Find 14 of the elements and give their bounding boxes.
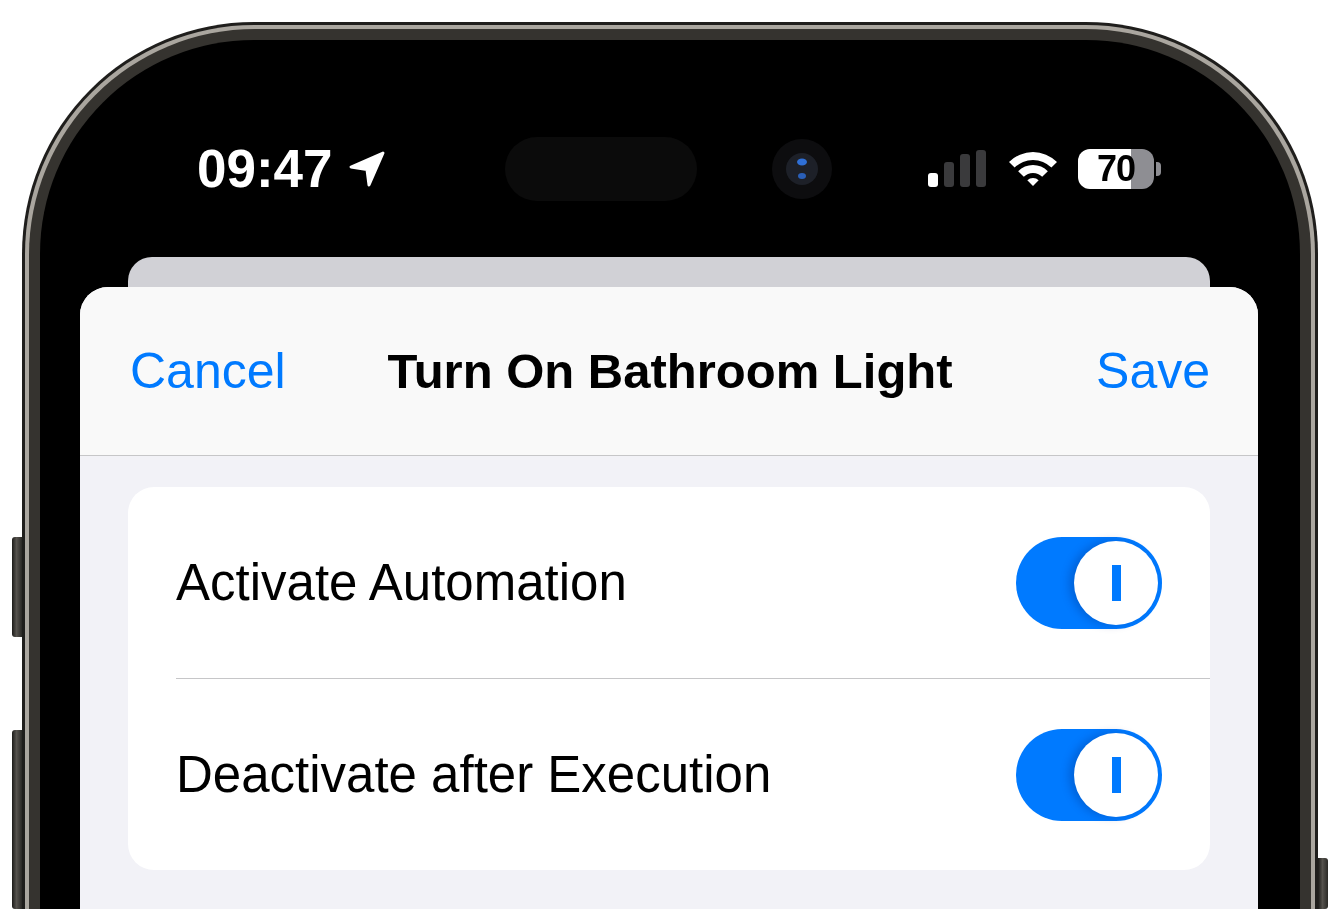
setting-label: Activate Automation [176,552,627,613]
save-button[interactable]: Save [1096,341,1210,401]
camera-lens-icon [772,138,832,199]
setting-label: Deactivate after Execution [176,744,772,805]
cancel-button[interactable]: Cancel [130,341,286,401]
side-button[interactable] [12,537,22,637]
battery-indicator: 70 [1078,148,1161,189]
location-arrow-icon [347,149,386,188]
cellular-signal-icon [928,150,986,187]
status-time: 09:47 [197,142,333,195]
side-button[interactable] [12,730,22,909]
wifi-icon [1008,150,1058,187]
sheet-title: Turn On Bathroom Light [387,342,953,400]
side-button[interactable] [1318,858,1328,909]
